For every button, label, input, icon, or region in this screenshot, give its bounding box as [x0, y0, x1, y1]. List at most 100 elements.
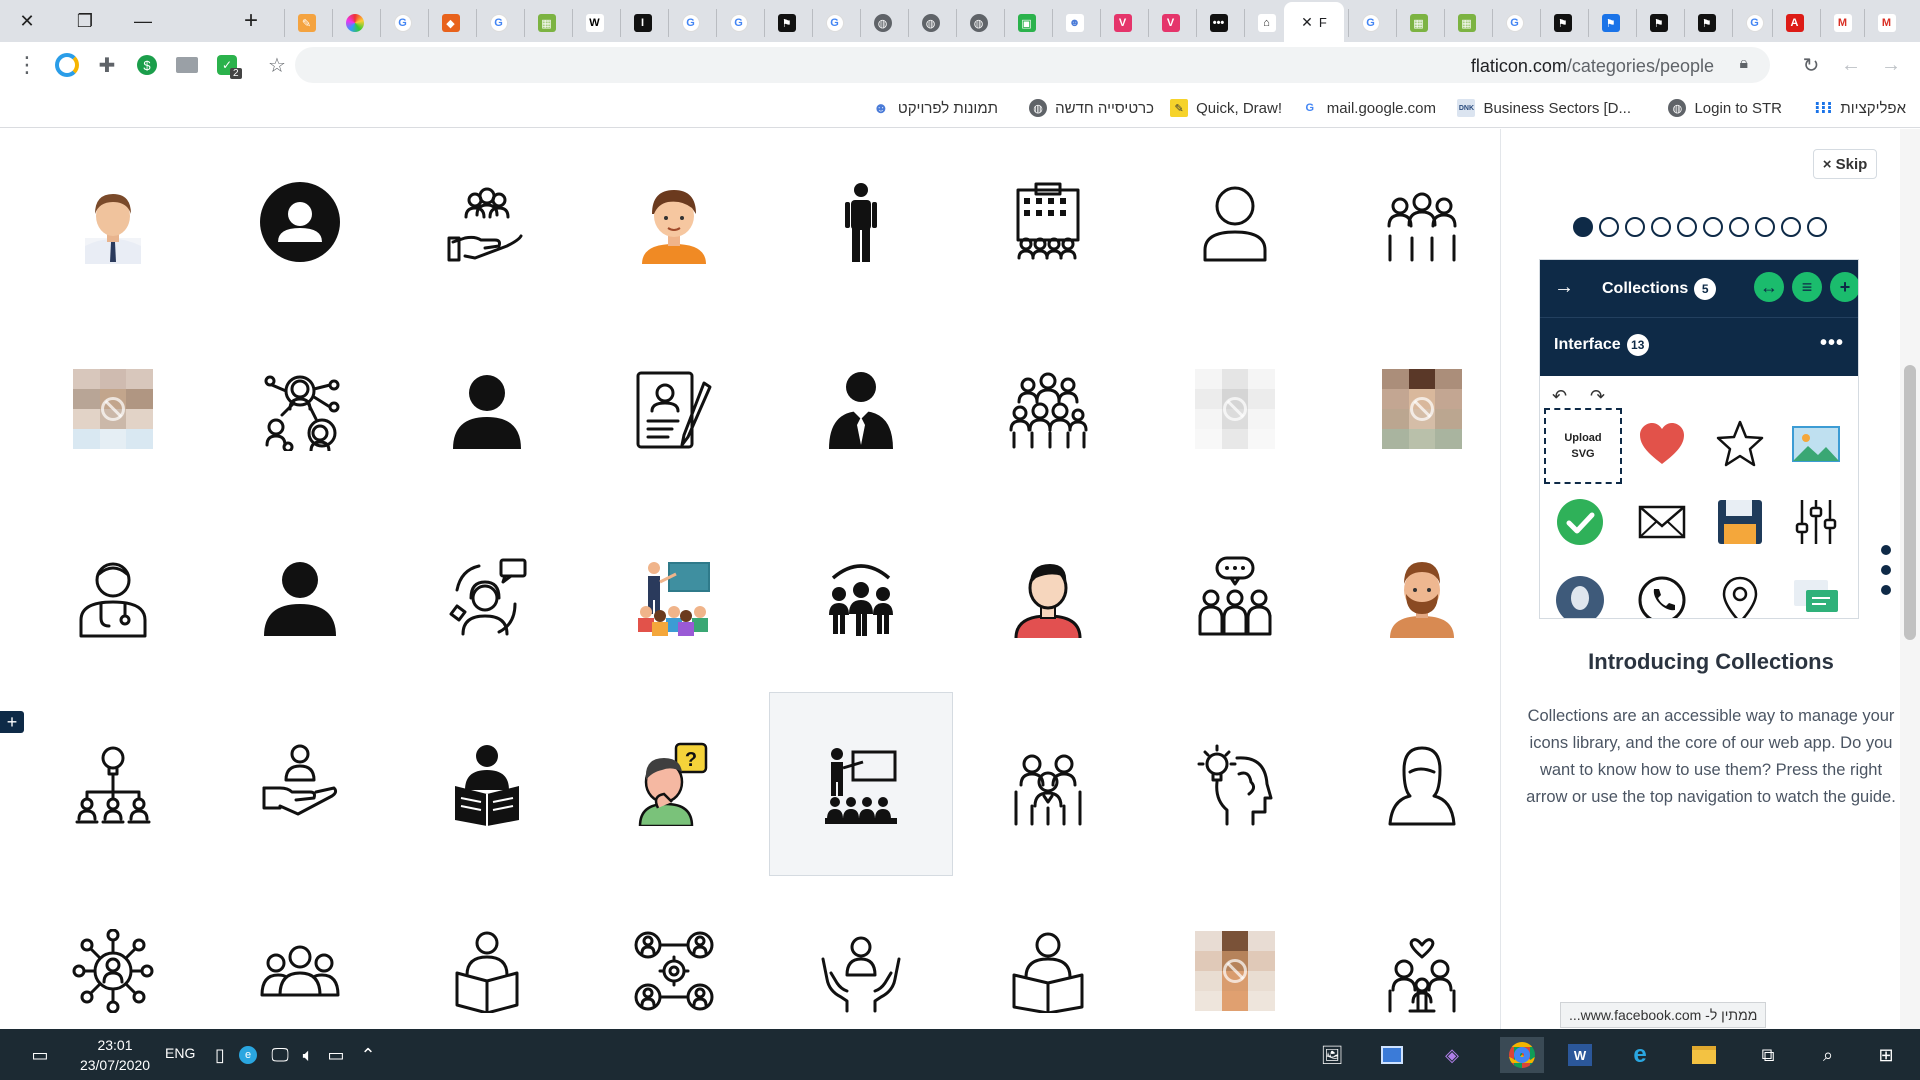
icon-result-group-chat-outline[interactable]	[1143, 504, 1327, 688]
tab[interactable]: ☻	[1052, 9, 1096, 37]
icon-result-business-team-outline[interactable]	[956, 692, 1140, 876]
tab[interactable]: G	[1348, 9, 1392, 37]
icon-result-family-heart-outline[interactable]	[1330, 879, 1500, 1029]
extension-card-icon[interactable]	[172, 50, 202, 80]
bookmark-login-str[interactable]: ◍ Login to STR	[1668, 98, 1782, 118]
tab[interactable]: ✎	[284, 9, 328, 37]
tab[interactable]: M	[1820, 9, 1864, 37]
edge-browser-icon[interactable]: e	[1622, 1037, 1658, 1073]
tab[interactable]: ⌂	[1244, 9, 1288, 37]
star-icon[interactable]	[1714, 418, 1766, 470]
icon-result-brain-idea-head-outline[interactable]	[1143, 692, 1327, 876]
redo-icon[interactable]: ↷	[1590, 386, 1605, 407]
icon-result-businessman-tie-solid[interactable]	[769, 317, 953, 501]
back-arrow-icon[interactable]: →	[1876, 50, 1906, 80]
notifications-icon[interactable]: ▭	[22, 1037, 58, 1073]
icon-result-teacher-board-solid[interactable]	[769, 692, 953, 876]
user-avatar-icon[interactable]	[1554, 574, 1606, 618]
tab[interactable]: W	[572, 9, 616, 37]
guide-step-dot[interactable]	[1677, 217, 1697, 237]
icon-result-placeholder-image[interactable]	[1143, 879, 1327, 1029]
icon-result-group-outline[interactable]	[208, 879, 392, 1029]
icon-result-placeholder-image[interactable]	[21, 317, 205, 501]
guide-step-dot[interactable]	[1625, 217, 1645, 237]
icon-result-man-avatar-red-shirt[interactable]	[956, 504, 1140, 688]
task-view-icon[interactable]: ⧉	[1750, 1037, 1786, 1073]
icon-result-resume-pen-outline[interactable]	[582, 317, 766, 501]
guide-step-dot[interactable]	[1573, 217, 1593, 237]
tab[interactable]: ⚑	[764, 9, 808, 37]
visual-studio-icon[interactable]: ◈	[1434, 1037, 1470, 1073]
icon-result-user-outline[interactable]	[1143, 130, 1327, 314]
guide-step-dot[interactable]	[1781, 217, 1801, 237]
icon-result-woman-silhouette-outline[interactable]	[1330, 692, 1500, 876]
icon-result-user-network-outline[interactable]	[21, 879, 205, 1029]
word-icon[interactable]: W	[1562, 1037, 1598, 1073]
tab[interactable]: ▣	[1004, 9, 1048, 37]
icon-result-doctor-outline[interactable]	[21, 504, 205, 688]
icon-result-group-people-outline[interactable]	[1330, 130, 1500, 314]
save-floppy-icon[interactable]	[1714, 496, 1766, 548]
icon-result-reading-person-solid[interactable]	[395, 692, 579, 876]
bookmark-quick-draw[interactable]: ✎ Quick, Draw!	[1170, 98, 1282, 118]
tab[interactable]: ⚑	[1636, 9, 1680, 37]
extension-c-icon[interactable]	[52, 50, 82, 80]
tab[interactable]: •••	[1196, 9, 1240, 37]
system-clock[interactable]: 23:01 23/07/2020	[70, 1035, 160, 1075]
phone-icon[interactable]	[1636, 574, 1688, 618]
reload-icon[interactable]: ↻	[1796, 50, 1826, 80]
close-window-icon[interactable]: ✕	[4, 0, 50, 42]
upload-svg-button[interactable]: Upload SVG	[1544, 408, 1622, 484]
tab[interactable]: ▦	[524, 9, 568, 37]
tab[interactable]: G	[1732, 9, 1776, 37]
lock-icon[interactable]: 🔒︎	[1739, 55, 1748, 73]
tab[interactable]: A	[1772, 9, 1816, 37]
icon-result-reading-book-outline[interactable]	[956, 879, 1140, 1029]
location-pin-icon[interactable]	[1714, 574, 1766, 618]
close-tab-icon[interactable]: ✕	[1301, 14, 1313, 31]
icon-result-placeholder-image[interactable]	[1330, 317, 1500, 501]
extension-shield-icon[interactable]: ✓ 2	[212, 50, 242, 80]
tab[interactable]: G	[668, 9, 712, 37]
tab[interactable]: G	[380, 9, 424, 37]
battery-icon[interactable]: ▭	[318, 1037, 354, 1073]
minimize-window-icon[interactable]: —	[120, 0, 166, 42]
guide-step-dot[interactable]	[1729, 217, 1749, 237]
icon-result-teacher-presentation-color[interactable]	[582, 504, 766, 688]
tab[interactable]: ▦	[1444, 9, 1488, 37]
sliders-settings-icon[interactable]	[1790, 496, 1842, 548]
collection-name[interactable]: Interface 13	[1554, 334, 1649, 356]
menu-kebab-icon[interactable]: ⋮	[12, 50, 42, 80]
pagination-dot[interactable]	[1881, 565, 1891, 575]
bookmark-gmail[interactable]: G mail.google.com	[1300, 98, 1436, 118]
icon-result-placeholder-image[interactable]	[1143, 317, 1327, 501]
icon-result-building-people-outline[interactable]	[956, 130, 1140, 314]
icon-result-man-standing-solid[interactable]	[769, 130, 953, 314]
tab[interactable]: ◍	[956, 9, 1000, 37]
new-tab-icon[interactable]: +	[228, 0, 274, 42]
icon-result-network-people-outline[interactable]	[208, 317, 392, 501]
page-scrollbar-thumb[interactable]	[1904, 365, 1916, 640]
mail-envelope-icon[interactable]	[1636, 496, 1688, 548]
undo-icon[interactable]: ↶	[1552, 386, 1567, 407]
icon-result-thinking-boy-question-color[interactable]: ?	[582, 692, 766, 876]
start-windows-icon[interactable]: ⊞	[1868, 1037, 1904, 1073]
expand-arrows-icon[interactable]: ↔	[1754, 272, 1784, 302]
icon-result-user-solid[interactable]	[395, 317, 579, 501]
extensions-puzzle-icon[interactable]: ✚	[92, 50, 122, 80]
extension-dollar-icon[interactable]: $	[132, 50, 162, 80]
collapse-arrow-icon[interactable]: →	[1554, 276, 1574, 299]
input-language[interactable]: ENG	[165, 1045, 195, 1061]
bookmark-business-sectors[interactable]: DNK Business Sectors [D...	[1457, 98, 1631, 118]
icon-result-user-circle-solid[interactable]	[208, 130, 392, 314]
add-collection-tab-icon[interactable]: +	[0, 711, 24, 733]
photos-app-icon[interactable]: 🖼︎	[1314, 1037, 1350, 1073]
icon-result-team-in-hand-outline[interactable]	[395, 130, 579, 314]
guide-step-dot[interactable]	[1807, 217, 1827, 237]
bookmark-star-icon[interactable]: ☆	[262, 50, 292, 80]
icon-result-hands-holding-person-outline[interactable]	[769, 879, 953, 1029]
tab[interactable]: V	[1100, 9, 1144, 37]
chrome-taskbar-icon[interactable]	[1500, 1037, 1544, 1073]
skip-button[interactable]: × Skip	[1813, 149, 1877, 179]
edge-tray-icon[interactable]: e	[230, 1037, 266, 1073]
